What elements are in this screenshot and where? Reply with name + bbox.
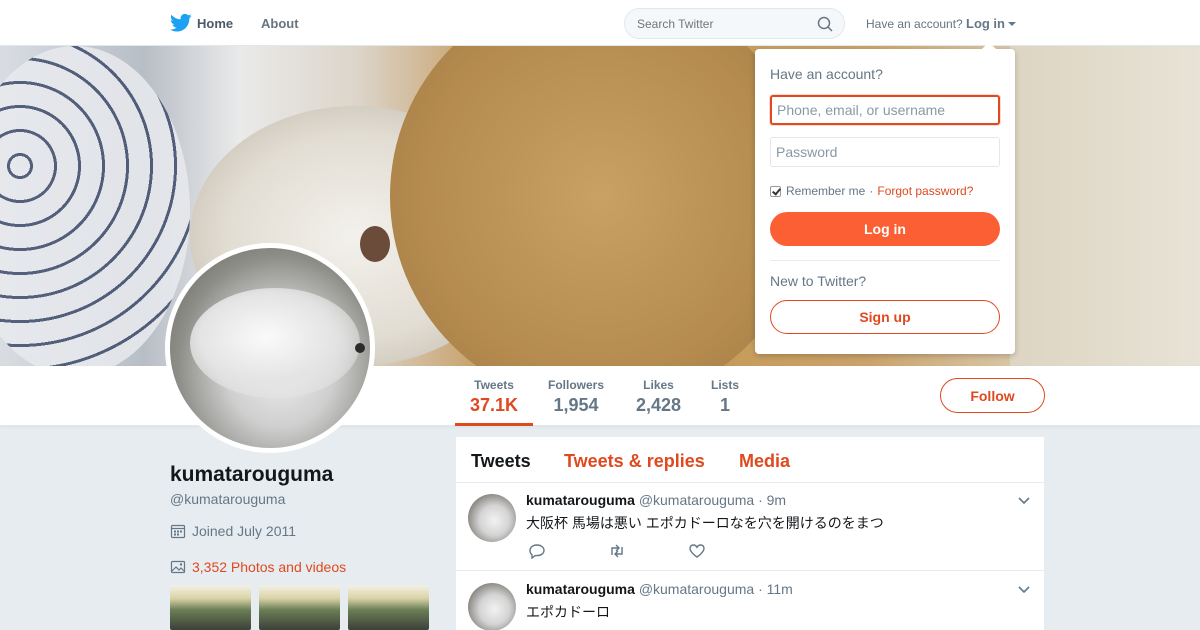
search-icon[interactable] bbox=[817, 16, 833, 32]
photo-icon bbox=[170, 560, 186, 574]
joined-text: Joined July 2011 bbox=[192, 523, 297, 539]
remember-row: Remember me · Forgot password? bbox=[770, 184, 973, 198]
media-thumbnail[interactable] bbox=[348, 585, 429, 630]
chevron-down-icon[interactable] bbox=[1018, 586, 1030, 594]
stat-value: 37.1K bbox=[470, 395, 519, 415]
stat-likes[interactable]: Likes 2,428 bbox=[636, 378, 681, 416]
stat-value: 1 bbox=[720, 395, 731, 415]
profile-avatar[interactable] bbox=[165, 243, 375, 453]
tweet-timestamp[interactable]: · 9m bbox=[758, 492, 786, 508]
username-field[interactable] bbox=[770, 95, 1000, 125]
profile-screen-name[interactable]: @kumatarouguma bbox=[170, 491, 285, 507]
stat-label: Followers bbox=[548, 378, 605, 392]
reply-icon[interactable] bbox=[528, 543, 546, 559]
separator-dot: · bbox=[869, 184, 874, 198]
stat-label: Likes bbox=[643, 378, 674, 392]
login-dropdown-toggle[interactable]: Log in bbox=[966, 16, 1016, 31]
nav-home-link[interactable]: Home bbox=[197, 16, 233, 31]
tweet-avatar[interactable] bbox=[468, 583, 516, 630]
forgot-password-link[interactable]: Forgot password? bbox=[877, 184, 973, 198]
search-input[interactable] bbox=[637, 17, 807, 31]
stat-tweets[interactable]: Tweets 37.1K bbox=[470, 378, 518, 416]
tweet-author-handle[interactable]: @kumatarouguma bbox=[639, 492, 754, 508]
media-thumbnail[interactable] bbox=[259, 585, 340, 630]
tweet-timestamp[interactable]: · 11m bbox=[758, 581, 793, 597]
new-to-twitter-text: New to Twitter? bbox=[770, 273, 867, 289]
nav-about-link[interactable]: About bbox=[261, 16, 299, 31]
tweet-author-name[interactable]: kumatarouguma bbox=[526, 581, 635, 597]
like-icon[interactable] bbox=[688, 543, 706, 559]
tweet-avatar[interactable] bbox=[468, 494, 516, 542]
have-account-text: Have an account? bbox=[866, 17, 963, 31]
login-dropdown: Have an account? Remember me · Forgot pa… bbox=[755, 42, 1015, 354]
stat-value: 2,428 bbox=[636, 395, 682, 415]
remember-me-checkbox[interactable] bbox=[770, 185, 781, 197]
retweet-icon[interactable] bbox=[608, 543, 626, 559]
avatar-image bbox=[170, 248, 370, 448]
timeline-tabs: Tweets Tweets & replies Media bbox=[456, 437, 1044, 483]
follow-button[interactable]: Follow bbox=[940, 378, 1045, 413]
tweet-text: 大阪杯 馬場は悪い エポカドーロなを穴を開けるのをまつ bbox=[526, 515, 884, 531]
photos-videos-label: 3,352 Photos and videos bbox=[192, 559, 347, 575]
tweet-actions bbox=[528, 543, 706, 559]
tweet-author-handle[interactable]: @kumatarouguma bbox=[639, 581, 754, 597]
tab-tweets-and-replies[interactable]: Tweets & replies bbox=[564, 451, 705, 472]
tab-tweets[interactable]: Tweets bbox=[471, 451, 531, 472]
tweet-author-name[interactable]: kumatarouguma bbox=[526, 492, 635, 508]
login-button[interactable]: Log in bbox=[770, 212, 1000, 246]
remember-me-label[interactable]: Remember me bbox=[786, 184, 865, 198]
stat-lists[interactable]: Lists 1 bbox=[711, 378, 739, 416]
tweet-header: kumatarouguma @kumatarouguma · 11m bbox=[526, 581, 793, 597]
tweet[interactable]: kumatarouguma @kumatarouguma · 9m 大阪杯 馬場… bbox=[456, 483, 1044, 571]
photos-videos-link[interactable]: 3,352 Photos and videos bbox=[170, 559, 346, 575]
tab-media[interactable]: Media bbox=[739, 451, 790, 472]
tweet[interactable]: kumatarouguma @kumatarouguma · 11m エポカドー… bbox=[456, 571, 1044, 630]
chevron-down-icon[interactable] bbox=[1018, 497, 1030, 505]
password-field[interactable] bbox=[770, 137, 1000, 167]
dropdown-title: Have an account? bbox=[770, 66, 883, 82]
stat-label: Lists bbox=[711, 378, 740, 392]
calendar-icon bbox=[170, 524, 186, 539]
stat-followers[interactable]: Followers 1,954 bbox=[548, 378, 604, 416]
profile-display-name[interactable]: kumatarouguma bbox=[170, 463, 333, 487]
profile-joined: Joined July 2011 bbox=[170, 523, 296, 539]
login-link-label: Log in bbox=[966, 16, 1005, 31]
divider bbox=[770, 260, 1000, 261]
tweet-header: kumatarouguma @kumatarouguma · 9m bbox=[526, 492, 786, 508]
caret-down-icon bbox=[1008, 22, 1016, 26]
signup-button[interactable]: Sign up bbox=[770, 300, 1000, 334]
top-navigation: Home About Have an account? Log in bbox=[0, 0, 1200, 46]
search-box[interactable] bbox=[624, 8, 845, 39]
media-thumbnail[interactable] bbox=[170, 585, 251, 630]
stat-label: Tweets bbox=[474, 378, 514, 392]
active-stat-underline bbox=[455, 423, 533, 426]
twitter-bird-icon[interactable] bbox=[170, 13, 192, 33]
stat-value: 1,954 bbox=[553, 395, 599, 415]
timeline: Tweets Tweets & replies Media kumataroug… bbox=[456, 437, 1044, 630]
tweet-text: エポカドーロ bbox=[526, 604, 610, 620]
